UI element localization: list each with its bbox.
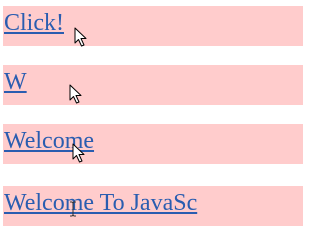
- link-row-click: Click!: [3, 6, 303, 46]
- link-row-welcome-to-javascript: Welcome To JavaSc: [3, 186, 303, 226]
- link-welcome-to-javascript[interactable]: Welcome To JavaSc: [4, 189, 197, 217]
- link-w[interactable]: W: [4, 68, 27, 96]
- link-welcome[interactable]: Welcome: [4, 127, 94, 155]
- link-click[interactable]: Click!: [4, 9, 64, 37]
- link-row-w: W: [3, 65, 303, 105]
- link-row-welcome: Welcome: [3, 124, 303, 164]
